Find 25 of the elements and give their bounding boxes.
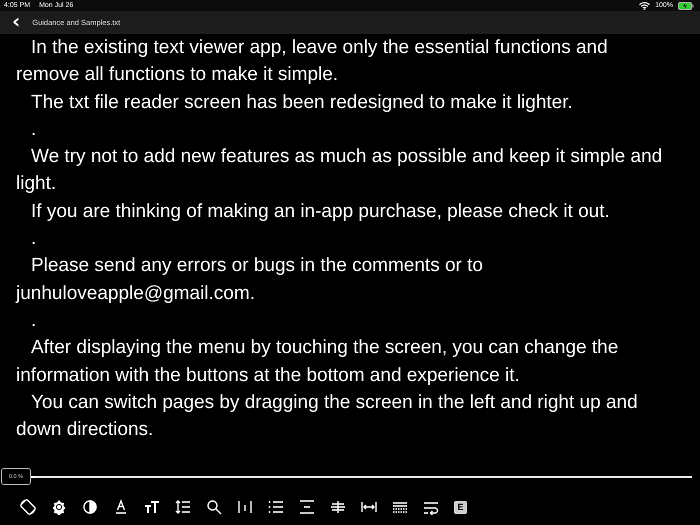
back-button[interactable]: ‹ — [0, 11, 28, 34]
font-color-icon[interactable] — [113, 499, 129, 515]
text-paragraph: You can switch pages by dragging the screen in the left and right up and down directions. — [16, 390, 639, 442]
text-paragraph: If you are thinking of making an in-app purchase, please check it out. — [30, 200, 611, 224]
contrast-icon[interactable] — [82, 499, 98, 515]
wifi-icon — [639, 2, 650, 10]
text-paragraph: After displaying the menu by touching the screen, you can change the information with the buttons at the bottom and experience it. — [16, 336, 620, 388]
rotate-icon[interactable] — [20, 499, 36, 515]
search-icon[interactable] — [206, 499, 222, 515]
margin-icon[interactable] — [237, 499, 253, 515]
letter-button[interactable]: E — [454, 500, 467, 514]
width-icon[interactable] — [361, 499, 377, 515]
text-paragraph: . — [30, 227, 38, 252]
strikethrough-icon[interactable] — [330, 499, 346, 515]
font-size-icon[interactable] — [144, 499, 160, 515]
align-icon[interactable] — [299, 499, 315, 515]
text-paragraph: . — [30, 118, 38, 142]
text-paragraph: In the existing text viewer app, leave only the essential functions and remove all functions to make it simple. — [16, 36, 609, 88]
text-paragraph: . — [30, 308, 38, 333]
text-paragraph: We try not to add new features as much as possible and keep it simple and light. — [16, 145, 664, 196]
line-spacing-icon[interactable] — [175, 499, 191, 515]
brightness-icon[interactable] — [51, 499, 67, 515]
list-icon[interactable] — [268, 499, 284, 515]
text-paragraph: The txt file reader screen has been redesigned to make it lighter. — [30, 90, 574, 115]
text-paragraph: Please send any errors or bugs in the comments or to junhuloveapple@gmail.com. — [16, 254, 484, 306]
